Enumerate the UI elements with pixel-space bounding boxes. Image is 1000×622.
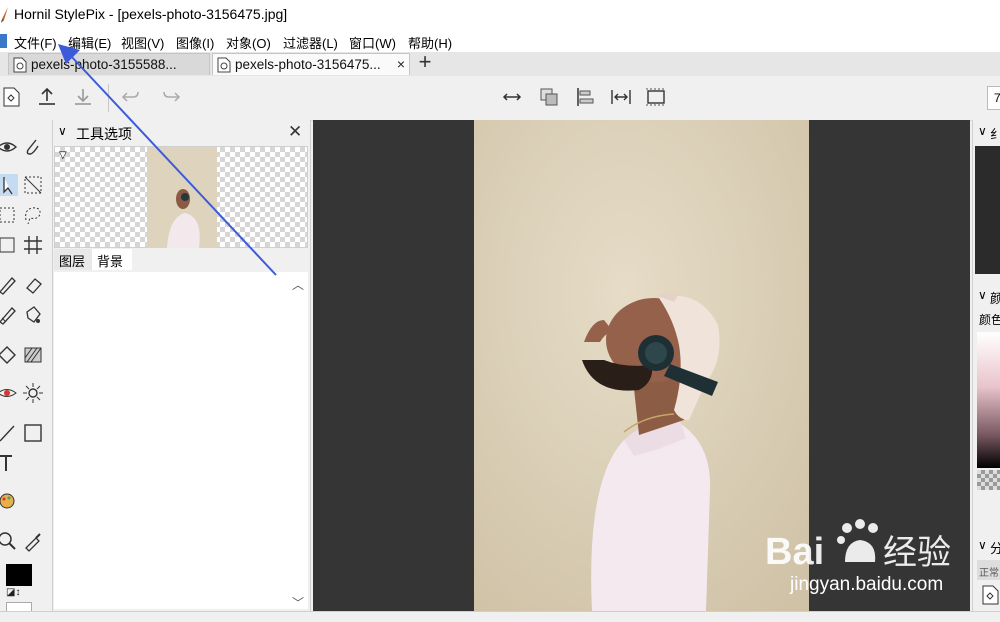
window-title: Hornil StylePix - [pexels-photo-3156475.… [14, 6, 288, 22]
tab-layers[interactable]: 图层 [54, 249, 92, 270]
menu-bar: 文件(F) 编辑(E) 视图(V) 图像(I) 对象(O) 过滤器(L) 窗口(… [0, 30, 1000, 52]
tab-label: pexels-photo-3155588... [31, 57, 177, 72]
rectangle-select-icon[interactable] [0, 204, 18, 226]
menu-file[interactable]: 文件(F) [14, 33, 57, 52]
diamond-shape-icon[interactable] [0, 344, 18, 366]
document-icon [0, 34, 7, 48]
svg-text:经验: 经验 [883, 533, 951, 573]
menu-view[interactable]: 视图(V) [121, 33, 164, 52]
status-bar [0, 611, 1000, 622]
lasso-icon[interactable] [22, 204, 44, 226]
undo-icon[interactable] [120, 86, 142, 108]
new-document-icon[interactable] [0, 86, 22, 108]
panel-title: 分 [990, 541, 1000, 556]
app-logo-icon [1, 7, 8, 23]
scroll-up-icon[interactable]: ︿ [292, 276, 304, 293]
layer-order-icon[interactable] [538, 86, 560, 108]
align-left-icon[interactable] [574, 86, 596, 108]
svg-text:Bai: Bai [765, 531, 824, 573]
title-bar: Hornil StylePix - [pexels-photo-3156475.… [0, 0, 1000, 30]
brightness-icon[interactable] [22, 382, 44, 404]
tab-background[interactable]: 背景 [92, 249, 132, 270]
gradient-icon[interactable] [22, 344, 44, 366]
scroll-down-icon[interactable]: ﹀ [292, 594, 304, 611]
layer-tabs: 图层 背景 [54, 249, 308, 271]
triangle-down-icon[interactable]: ▽ [59, 150, 67, 161]
image-file-icon [217, 57, 231, 73]
panel-title: 颜 [990, 291, 1000, 306]
move-pointer-icon[interactable] [0, 174, 18, 196]
resize-horizontal-icon[interactable] [501, 86, 523, 108]
grid-crop-icon[interactable] [22, 234, 44, 256]
brush-icon[interactable] [0, 274, 18, 296]
chevron-down-icon[interactable]: ∨ [978, 288, 987, 302]
layer-list[interactable] [54, 272, 308, 609]
color-picker[interactable] [977, 332, 1000, 468]
swap-colors-icon[interactable]: ◪↕ [6, 587, 20, 598]
upload-icon[interactable] [36, 86, 58, 108]
clone-stamp-icon[interactable] [0, 304, 18, 326]
image-file-icon [13, 57, 27, 73]
zoom-input[interactable]: 7 [987, 86, 1000, 110]
text-tool-icon[interactable] [0, 452, 18, 474]
distribute-icon[interactable] [610, 86, 632, 108]
paperclip-icon[interactable] [22, 136, 44, 158]
rectangle-tool-icon[interactable] [22, 422, 44, 444]
eraser-icon[interactable] [22, 274, 44, 296]
canvas-size-icon[interactable] [645, 86, 667, 108]
close-tab-icon[interactable]: × [397, 56, 405, 72]
tab-document-1[interactable]: pexels-photo-3155588... [8, 53, 210, 75]
palette-icon[interactable] [0, 490, 18, 512]
menu-edit[interactable]: 编辑(E) [68, 33, 111, 52]
tab-label: pexels-photo-3156475... [235, 57, 381, 72]
bucket-icon[interactable] [22, 304, 44, 326]
navigator-preview[interactable] [975, 146, 1000, 274]
close-icon[interactable]: ✕ [288, 122, 302, 142]
photo-canvas[interactable] [474, 120, 809, 611]
menu-object[interactable]: 对象(O) [226, 33, 271, 52]
chevron-down-icon[interactable]: ∨ [978, 124, 987, 138]
panel-title: 工具选项 [76, 126, 132, 142]
download-icon[interactable] [72, 86, 94, 108]
menu-image[interactable]: 图像(I) [176, 33, 214, 52]
toolbar-divider [108, 84, 109, 112]
eyedropper-icon[interactable] [22, 530, 44, 552]
new-tab-button[interactable]: + [414, 51, 436, 74]
line-tool-icon[interactable] [0, 422, 18, 444]
menu-window[interactable]: 窗口(W) [349, 33, 396, 52]
tab-document-2[interactable]: pexels-photo-3156475... × [212, 53, 410, 75]
red-eye-icon[interactable] [0, 382, 18, 404]
transform-icon[interactable] [0, 234, 18, 256]
menu-filter[interactable]: 过滤器(L) [283, 33, 338, 52]
watermark-url: jingyan.baidu.com [790, 574, 944, 595]
panel-title: 纟 [990, 127, 1000, 142]
color-label: 颜色 [979, 313, 1000, 327]
redo-icon[interactable] [160, 86, 182, 108]
preview-thumbnail [147, 147, 217, 248]
crop-selection-icon[interactable] [22, 174, 44, 196]
main-toolbar [0, 76, 1000, 121]
zoom-tool-icon[interactable] [0, 530, 18, 552]
chevron-down-icon[interactable]: ∨ [58, 124, 67, 138]
alpha-slider[interactable] [977, 470, 1000, 490]
eye-icon[interactable] [0, 136, 18, 158]
foreground-color-swatch[interactable] [6, 564, 32, 586]
